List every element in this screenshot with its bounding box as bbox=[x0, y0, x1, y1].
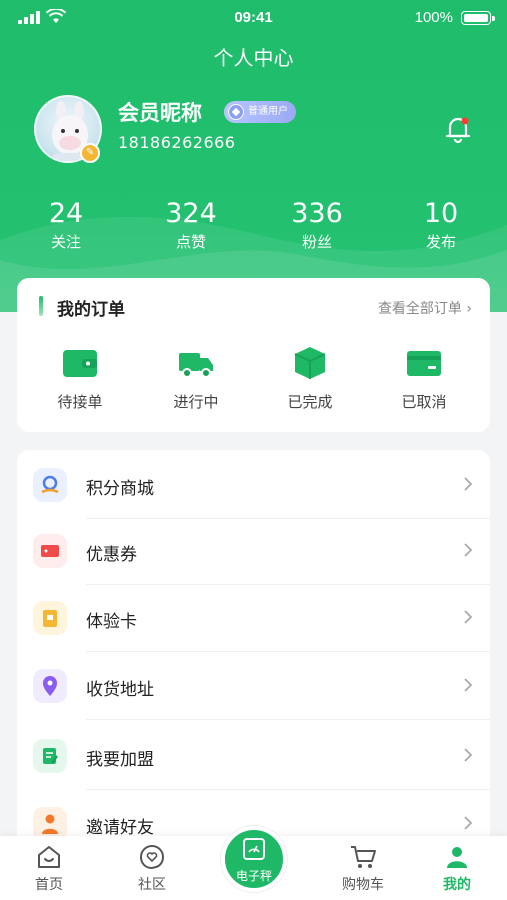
divider bbox=[86, 719, 490, 720]
stat-label: 粉丝 bbox=[301, 233, 332, 251]
tab-label: 我的 bbox=[443, 877, 471, 893]
chevron-right-icon bbox=[464, 477, 473, 491]
notification-bell-icon[interactable] bbox=[444, 114, 472, 144]
trial-card-icon bbox=[33, 601, 67, 635]
view-all-orders-link[interactable]: 查看全部订单 › bbox=[378, 298, 472, 318]
stat-value: 10 bbox=[423, 198, 459, 229]
coupon-icon bbox=[33, 534, 67, 568]
stat-likes[interactable]: 324 点赞 bbox=[141, 198, 241, 252]
stats-row: 24 关注 324 点赞 336 粉丝 10 发布 bbox=[0, 198, 507, 262]
battery-icon bbox=[461, 11, 495, 25]
phone-number: 18186262666 bbox=[118, 133, 236, 152]
card-icon bbox=[407, 351, 441, 376]
tab-home[interactable]: 首页 bbox=[9, 844, 89, 894]
chevron-right-icon bbox=[464, 543, 473, 557]
tab-mine[interactable]: 我的 bbox=[417, 844, 497, 894]
order-status-label: 待接单 bbox=[57, 393, 103, 411]
chevron-right-icon bbox=[464, 610, 473, 624]
stat-label: 关注 bbox=[50, 233, 81, 251]
home-icon bbox=[38, 846, 60, 868]
menu-label: 优惠券 bbox=[86, 545, 137, 565]
status-bar: 09:41 100% bbox=[0, 0, 507, 36]
order-in-progress[interactable]: 进行中 bbox=[141, 346, 251, 412]
stat-posts[interactable]: 10 发布 bbox=[391, 198, 491, 252]
menu-trial-card[interactable]: 体验卡 bbox=[17, 584, 490, 652]
menu-label: 邀请好友 bbox=[86, 818, 154, 838]
diamond-icon bbox=[228, 104, 244, 120]
chevron-right-icon bbox=[464, 678, 473, 692]
page-title: 个人中心 bbox=[213, 46, 294, 70]
community-icon bbox=[139, 845, 165, 870]
menu-join-franchise[interactable]: 我要加盟 bbox=[17, 722, 490, 790]
tab-label: 首页 bbox=[35, 877, 63, 893]
profile-icon bbox=[447, 847, 467, 868]
stat-follow[interactable]: 24 关注 bbox=[16, 198, 116, 252]
cart-icon bbox=[351, 846, 376, 868]
member-nickname: 会员昵称 bbox=[118, 101, 202, 125]
menu-label: 积分商城 bbox=[86, 479, 154, 499]
stat-label: 点赞 bbox=[175, 233, 206, 251]
order-pending[interactable]: 待接单 bbox=[25, 346, 135, 412]
wallet-icon bbox=[63, 350, 97, 377]
stat-value: 24 bbox=[48, 198, 84, 229]
tab-label: 购物车 bbox=[342, 877, 384, 893]
chevron-right-icon bbox=[464, 816, 473, 830]
tab-community[interactable]: 社区 bbox=[112, 844, 192, 894]
truck-icon bbox=[179, 353, 213, 378]
services-menu: 积分商城 优惠券 体验卡 收货地址 我要加盟 邀请好友 bbox=[17, 450, 490, 850]
points-mall-icon bbox=[33, 468, 67, 502]
edit-avatar-icon[interactable]: ✎ bbox=[80, 143, 100, 163]
stat-value: 336 bbox=[291, 198, 343, 229]
profile-header: 09:41 100% 个人中心 ✎ 会员昵称 普通用户 18186262666 … bbox=[0, 0, 507, 312]
menu-label: 收货地址 bbox=[86, 680, 154, 700]
order-cancelled[interactable]: 已取消 bbox=[369, 346, 479, 412]
order-status-label: 进行中 bbox=[173, 393, 219, 411]
menu-label: 我要加盟 bbox=[86, 750, 154, 770]
order-status-label: 已完成 bbox=[287, 393, 333, 411]
tab-label: 社区 bbox=[138, 877, 166, 893]
menu-coupons[interactable]: 优惠券 bbox=[17, 517, 490, 585]
tab-label: 电子秤 bbox=[235, 869, 272, 883]
my-orders-card: 我的订单 查看全部订单 › 待接单 进行中 已完成 已取消 bbox=[17, 278, 490, 432]
tab-scale-center-button[interactable]: 电子秤 bbox=[221, 826, 287, 892]
stat-value: 324 bbox=[165, 198, 217, 229]
section-accent-bar bbox=[39, 296, 43, 316]
box-icon bbox=[294, 347, 326, 379]
stat-label: 发布 bbox=[425, 233, 456, 251]
member-level-badge: 普通用户 bbox=[224, 101, 296, 123]
location-icon bbox=[33, 669, 67, 703]
menu-shipping-address[interactable]: 收货地址 bbox=[17, 652, 490, 720]
order-completed[interactable]: 已完成 bbox=[255, 346, 365, 412]
battery-percent: 100% bbox=[414, 9, 453, 26]
stat-fans[interactable]: 336 粉丝 bbox=[267, 198, 367, 252]
join-icon bbox=[33, 739, 67, 773]
order-status-label: 已取消 bbox=[401, 393, 447, 411]
orders-title: 我的订单 bbox=[57, 300, 125, 320]
chevron-right-icon bbox=[464, 748, 473, 762]
member-level-label: 普通用户 bbox=[248, 106, 288, 117]
scale-icon bbox=[243, 838, 265, 860]
notification-dot bbox=[461, 117, 469, 125]
menu-label: 体验卡 bbox=[86, 612, 137, 632]
tab-cart[interactable]: 购物车 bbox=[323, 844, 403, 894]
menu-points-mall[interactable]: 积分商城 bbox=[17, 451, 490, 519]
